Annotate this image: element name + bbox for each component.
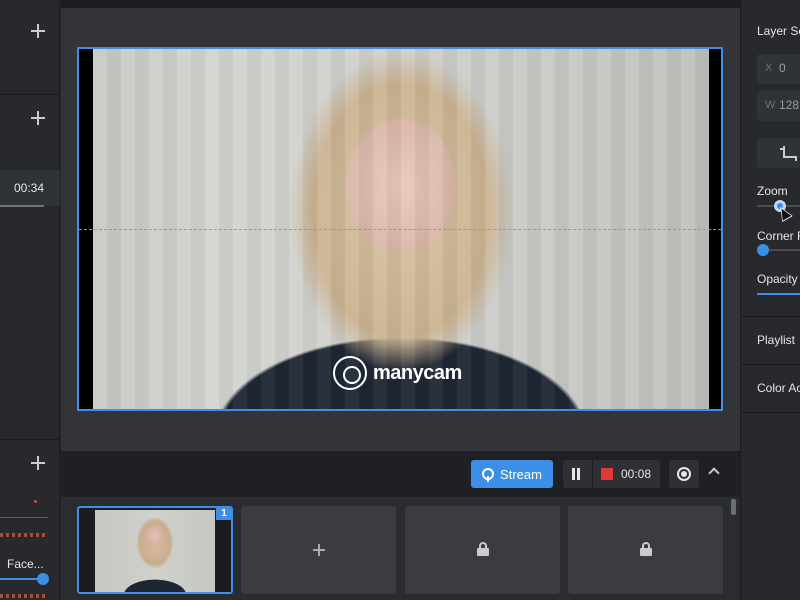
x-value: 0 [779, 61, 786, 75]
watermark-text: manycam [373, 361, 462, 384]
camera-shutter-icon [677, 467, 691, 481]
corner-radius-slider-knob[interactable] [757, 244, 769, 256]
top-strip [61, 0, 740, 8]
recording-controls: 00:08 [563, 460, 660, 488]
lock-icon [477, 542, 489, 556]
timeline-bar[interactable] [0, 205, 44, 207]
playlist-section[interactable]: Playlist [757, 333, 795, 347]
divider [0, 94, 60, 95]
source-time-row[interactable]: 00:34 [0, 170, 60, 206]
source-timer: 00:34 [13, 181, 44, 195]
snapshot-button[interactable] [669, 460, 699, 488]
record-stop-icon[interactable] [601, 468, 613, 480]
add-icon[interactable] [31, 24, 45, 38]
preset-number-badge: 1 [216, 508, 231, 520]
manycam-watermark: manycam [333, 355, 462, 391]
audio-meter [0, 594, 45, 598]
x-label: X [765, 62, 773, 74]
w-label: W [765, 99, 776, 111]
w-value: 128 [779, 98, 800, 112]
divider [741, 364, 800, 365]
layer-settings-title: Layer Se [757, 24, 800, 38]
audio-peak-dot [34, 500, 37, 503]
divider [0, 439, 60, 440]
audio-level-line [0, 517, 48, 518]
preset-slot-active[interactable]: 1 [77, 506, 233, 594]
color-adjustments-section[interactable]: Color Ac [757, 381, 800, 395]
zoom-label: Zoom [757, 184, 788, 198]
audio-meter [0, 533, 45, 537]
width-field[interactable]: W 128 [757, 91, 800, 121]
divider [741, 412, 800, 413]
crop-button[interactable] [757, 138, 800, 168]
divider [741, 316, 800, 317]
tray-scrollbar[interactable] [731, 499, 736, 515]
manycam-logo-icon [333, 356, 367, 390]
pause-icon[interactable] [571, 468, 581, 480]
preset-slot-locked[interactable] [405, 506, 560, 594]
lock-icon [640, 542, 652, 556]
broadcast-icon [482, 468, 495, 482]
stream-label: Stream [500, 466, 542, 482]
left-panel: 00:34 Face... [0, 0, 60, 600]
corner-radius-label: Corner R [757, 229, 800, 243]
opacity-slider-track[interactable] [757, 293, 800, 295]
opacity-label: Opacity [757, 272, 798, 286]
x-position-field[interactable]: X 0 [757, 54, 800, 84]
separator [592, 460, 593, 488]
add-icon[interactable] [31, 111, 45, 125]
preset-slot-locked[interactable] [568, 506, 723, 594]
add-preset-icon [313, 544, 325, 556]
recording-timer: 00:08 [621, 467, 652, 481]
source-label: Face... [7, 557, 44, 571]
preset-slot-add[interactable] [241, 506, 396, 594]
preset-thumbnail [95, 510, 215, 592]
center-guide-line [79, 229, 721, 230]
right-panel: Layer Se X 0 W 128 Zoom Corner R Opacity… [740, 0, 800, 600]
manycam-window: 00:34 Face... manycam Stream 00:08 1 Lay… [0, 0, 800, 600]
add-icon[interactable] [31, 456, 45, 470]
video-layer-selection[interactable]: manycam [77, 47, 723, 411]
stream-button[interactable]: Stream [471, 460, 553, 488]
crop-icon [780, 146, 797, 161]
volume-slider-knob[interactable] [37, 573, 49, 585]
